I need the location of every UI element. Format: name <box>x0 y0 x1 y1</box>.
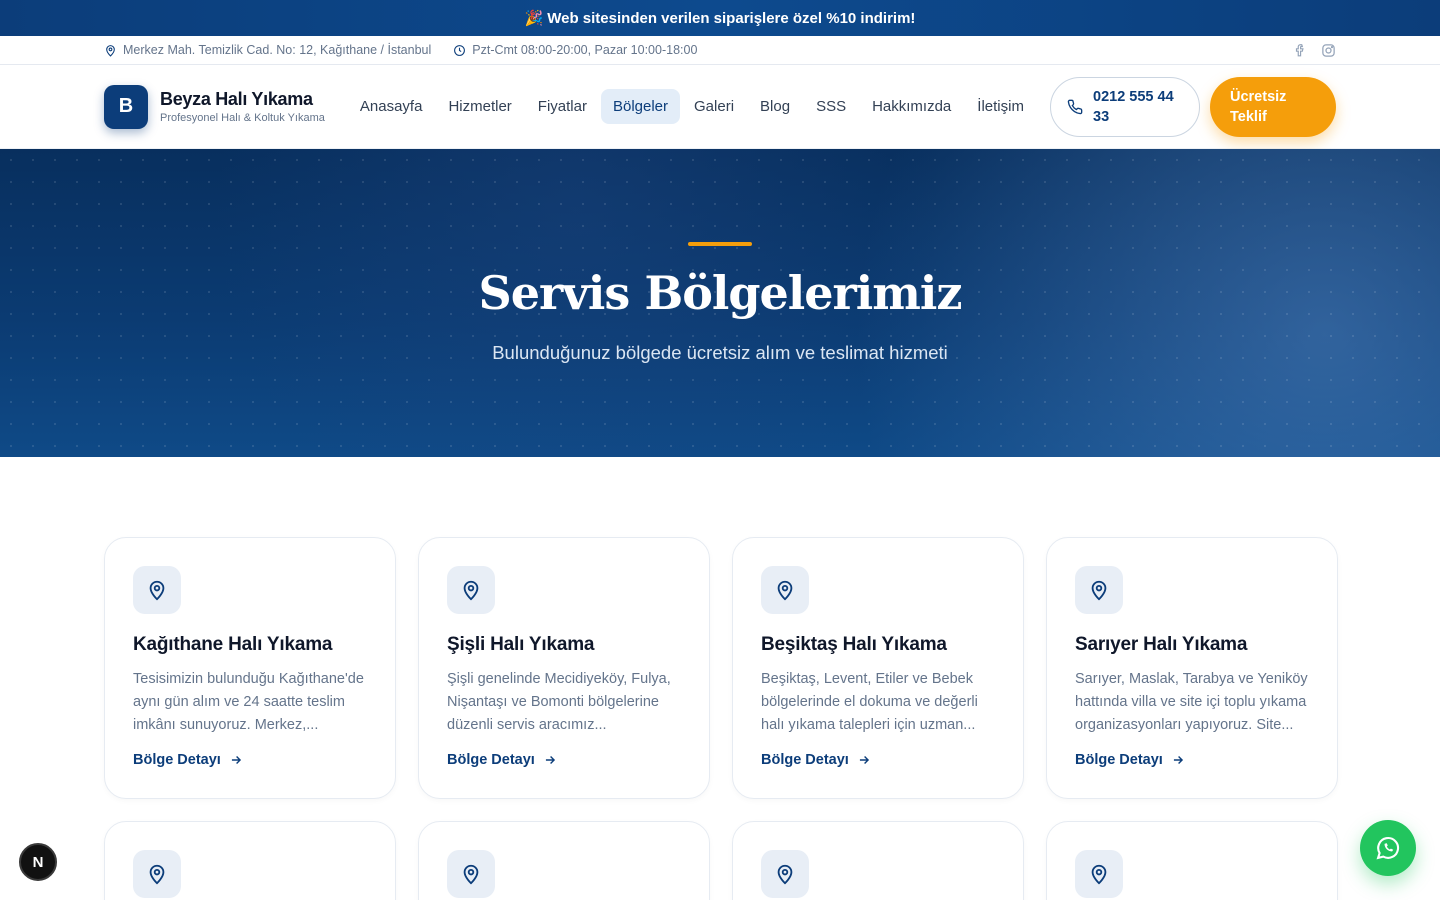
logo-badge: B <box>104 84 148 129</box>
map-pin-icon <box>106 44 115 57</box>
clock-icon <box>454 44 466 56</box>
region-pin <box>761 566 809 614</box>
hero-accent-bar <box>688 242 752 246</box>
hero-section: Servis Bölgelerimiz Bulunduğunuz bölgede… <box>0 149 1440 457</box>
promo-text: Web sitesinden verilen siparişlere özel … <box>547 9 916 27</box>
map-pin-icon <box>777 580 793 601</box>
region-description: Tesisimizin bulunduğu Kağıthane'de aynı … <box>133 671 364 733</box>
map-pin-icon <box>777 864 793 885</box>
quote-line-1: Ücretsiz <box>1230 88 1287 105</box>
phone-line-1: 0212 555 44 <box>1093 88 1174 105</box>
region-description: Sarıyer, Maslak, Tarabya ve Yeniköy hatt… <box>1075 671 1308 733</box>
region-card[interactable] <box>418 821 710 900</box>
site-header: B Beyza Halı Yıkama Profesyonel Halı & K… <box>0 65 1440 149</box>
phone-icon <box>1067 99 1083 114</box>
region-title: Şişli Halı Yıkama <box>447 634 595 655</box>
arrow-right-icon <box>545 756 555 764</box>
info-bar: Merkez Mah. Temizlik Cad. No: 12, Kağıth… <box>0 36 1440 65</box>
region-detail-link[interactable]: Bölge Detayı <box>761 752 995 768</box>
region-pin <box>133 566 181 614</box>
nav-bolgeler[interactable]: Bölgeler <box>600 89 681 124</box>
map-pin-icon <box>463 580 479 601</box>
region-card[interactable] <box>1046 821 1338 900</box>
facebook-icon[interactable] <box>1293 43 1307 57</box>
free-quote-button[interactable]: Ücretsiz Teklif <box>1210 76 1336 137</box>
address-item: Merkez Mah. Temizlik Cad. No: 12, Kağıth… <box>104 43 431 57</box>
brand-title: Beyza Halı Yıkama <box>160 89 313 109</box>
region-detail-label: Bölge Detayı <box>1075 752 1163 768</box>
map-pin-icon <box>1091 864 1107 885</box>
nav-hakkimizda[interactable]: Hakkımızda <box>860 89 963 124</box>
region-description: Şişli genelinde Mecidiyeköy, Fulya, Nişa… <box>447 671 671 733</box>
region-card[interactable]: Beşiktaş Halı Yıkama Beşiktaş, Levent, E… <box>732 537 1024 799</box>
phone-line-2: 33 <box>1093 108 1110 125</box>
brand-logo[interactable]: B Beyza Halı Yıkama Profesyonel Halı & K… <box>104 84 325 129</box>
header-actions: 0212 555 44 33 Ücretsiz Teklif <box>1050 76 1336 137</box>
party-icon: 🎉 <box>524 10 544 27</box>
region-pin <box>1075 850 1123 898</box>
social-links <box>1293 43 1336 58</box>
nav-galeri[interactable]: Galeri <box>682 89 746 124</box>
region-card[interactable]: Şişli Halı Yıkama Şişli genelinde Mecidi… <box>418 537 710 799</box>
region-detail-link[interactable]: Bölge Detayı <box>1075 752 1309 768</box>
nav-hizmetler[interactable]: Hizmetler <box>436 89 523 124</box>
main-nav: Anasayfa Hizmetler Fiyatlar Bölgeler Gal… <box>347 89 1037 124</box>
region-card[interactable] <box>732 821 1024 900</box>
arrow-right-icon <box>1173 756 1183 764</box>
region-pin <box>447 566 495 614</box>
map-pin-icon <box>463 864 479 885</box>
map-pin-icon <box>149 864 165 885</box>
region-detail-label: Bölge Detayı <box>761 752 849 768</box>
brand-subtitle: Profesyonel Halı & Koltuk Yıkama <box>160 112 325 124</box>
nav-blog[interactable]: Blog <box>748 89 802 124</box>
hours-item: Pzt-Cmt 08:00-20:00, Pazar 10:00-18:00 <box>453 43 697 57</box>
nav-iletisim[interactable]: İletişim <box>965 89 1036 124</box>
hero-subtitle: Bulunduğunuz bölgede ücretsiz alım ve te… <box>492 342 948 363</box>
region-pin <box>1075 566 1123 614</box>
hero-title: Servis Bölgelerimiz <box>478 266 962 320</box>
hours-text: Pzt-Cmt 08:00-20:00, Pazar 10:00-18:00 <box>472 43 698 57</box>
whatsapp-button[interactable] <box>1360 820 1416 876</box>
region-detail-link[interactable]: Bölge Detayı <box>447 752 681 768</box>
address-text: Merkez Mah. Temizlik Cad. No: 12, Kağıth… <box>123 43 432 57</box>
region-description: Beşiktaş, Levent, Etiler ve Bebek bölgel… <box>761 671 978 733</box>
logo-text: Beyza Halı Yıkama Profesyonel Halı & Kol… <box>160 89 325 124</box>
region-pin <box>133 850 181 898</box>
quote-line-2: Teklif <box>1230 108 1267 125</box>
region-pin <box>761 850 809 898</box>
region-title: Beşiktaş Halı Yıkama <box>761 634 947 655</box>
region-card[interactable]: Sarıyer Halı Yıkama Sarıyer, Maslak, Tar… <box>1046 537 1338 799</box>
region-pin <box>447 850 495 898</box>
phone-number: 0212 555 44 33 <box>1093 87 1174 127</box>
quote-label: Ücretsiz Teklif <box>1230 87 1286 127</box>
phone-button[interactable]: 0212 555 44 33 <box>1050 76 1200 137</box>
map-pin-icon <box>149 580 165 601</box>
promo-banner: 🎉 Web sitesinden verilen siparişlere öze… <box>0 0 1440 36</box>
nav-sss[interactable]: SSS <box>804 89 858 124</box>
region-card[interactable]: Kağıthane Halı Yıkama Tesisimizin bulund… <box>104 537 396 799</box>
region-title: Sarıyer Halı Yıkama <box>1075 634 1248 655</box>
whatsapp-icon <box>1376 836 1400 860</box>
region-detail-link[interactable]: Bölge Detayı <box>133 752 367 768</box>
arrow-right-icon <box>231 756 241 764</box>
region-detail-label: Bölge Detayı <box>447 752 535 768</box>
region-card[interactable] <box>104 821 396 900</box>
region-detail-label: Bölge Detayı <box>133 752 221 768</box>
nav-fiyatlar[interactable]: Fiyatlar <box>526 89 599 124</box>
nav-anasayfa[interactable]: Anasayfa <box>348 89 435 124</box>
region-title: Kağıthane Halı Yıkama <box>133 634 333 655</box>
instagram-icon[interactable] <box>1321 43 1336 58</box>
map-pin-icon <box>1091 580 1107 601</box>
regions-grid: Kağıthane Halı Yıkama Tesisimizin bulund… <box>0 457 1440 900</box>
nextjs-dev-badge[interactable]: N <box>19 843 57 881</box>
arrow-right-icon <box>859 756 869 764</box>
